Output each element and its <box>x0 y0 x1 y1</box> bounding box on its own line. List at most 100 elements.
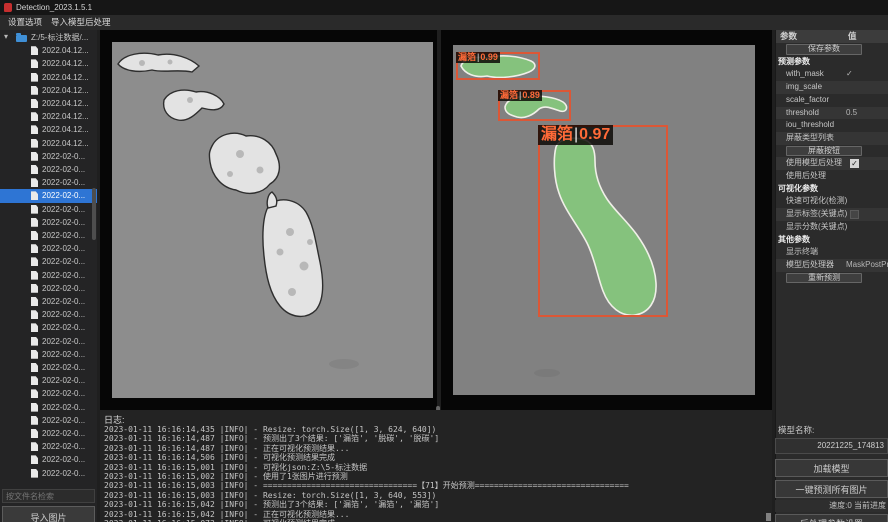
tree-file-item[interactable]: 2022-02-0... <box>0 321 97 334</box>
tree-file-item[interactable]: 2022-02-0... <box>0 453 97 466</box>
tree-file-item[interactable]: 2022-02-0... <box>0 189 97 202</box>
param-button-8[interactable]: 屏蔽按钮 <box>786 146 862 157</box>
tree-file-item[interactable]: 2022-02-0... <box>0 229 97 242</box>
param-row-9[interactable]: 使用模型后处理✓ <box>776 157 888 170</box>
tree-file-item[interactable]: 2022-02-0... <box>0 295 97 308</box>
param-row-2[interactable]: with_mask✓ <box>776 68 888 81</box>
tree-file-item[interactable]: 2022-02-0... <box>0 255 97 268</box>
tree-file-item[interactable]: 2022-02-0... <box>0 176 97 189</box>
param-row-5[interactable]: threshold0.5 <box>776 107 888 120</box>
file-icon <box>31 376 38 385</box>
menu-item-0[interactable]: 设置选项 <box>8 15 42 30</box>
file-label: 2022.04.12... <box>42 97 89 110</box>
file-label: 2022-02-0... <box>42 440 85 453</box>
image-panel-prediction: 漏箔|0.99 漏箔|0.89 漏箔|0.97 <box>441 30 772 410</box>
file-icon <box>31 139 38 148</box>
param-checkbox[interactable]: ✓ <box>850 159 859 168</box>
tree-file-item[interactable]: 2022-02-0... <box>0 335 97 348</box>
tree-root-item[interactable]: ▾ Z:/5-标注数据/... <box>0 31 97 44</box>
file-icon <box>31 442 38 451</box>
tree-file-item[interactable]: 2022-02-0... <box>0 216 97 229</box>
detection-score: 0.89 <box>522 90 540 100</box>
tree-file-item[interactable]: 2022-02-0... <box>0 361 97 374</box>
postprocess-settings-button[interactable]: 后处理参数设置 <box>775 514 888 522</box>
model-name-field[interactable]: 20221225_174813 <box>775 438 888 454</box>
load-model-button[interactable]: 加载模型 <box>775 459 888 477</box>
tree-file-item[interactable]: 2022-02-0... <box>0 308 97 321</box>
file-icon <box>31 205 38 214</box>
file-icon <box>31 284 38 293</box>
tree-file-item[interactable]: 2022-02-0... <box>0 387 97 400</box>
param-row-10[interactable]: 使用后处理 <box>776 170 888 183</box>
param-button-0[interactable]: 保存参数 <box>786 44 862 55</box>
menubar: 设置选项导入模型后处理 <box>0 15 888 30</box>
defect-blobs <box>118 53 323 316</box>
tree-scrollbar-thumb[interactable] <box>92 188 96 240</box>
tree-file-item[interactable]: 2022-02-0... <box>0 282 97 295</box>
detection-box-1[interactable]: 漏箔|0.89 <box>498 90 571 121</box>
prediction-image[interactable]: 漏箔|0.99 漏箔|0.89 漏箔|0.97 <box>453 45 755 395</box>
import-images-button[interactable]: 导入图片 <box>2 506 95 522</box>
window-title: Detection_2023.1.5.1 <box>16 0 92 15</box>
param-row-16[interactable]: 显示终端 <box>776 246 888 259</box>
param-row-3[interactable]: img_scale <box>776 81 888 94</box>
predict-all-button[interactable]: 一键预测所有图片 <box>775 480 888 498</box>
log-scrollbar-thumb[interactable] <box>766 513 771 521</box>
tree-file-item[interactable]: 2022-02-0... <box>0 440 97 453</box>
param-button-18[interactable]: 重新预测 <box>786 273 862 284</box>
image-panel-original <box>100 30 437 410</box>
detection-box-0[interactable]: 漏箔|0.99 <box>456 52 540 80</box>
tree-file-item[interactable]: 2022.04.12... <box>0 84 97 97</box>
detection-label-0: 漏箔|0.99 <box>456 52 500 63</box>
tree-file-item[interactable]: 2022-02-0... <box>0 427 97 440</box>
param-row-14[interactable]: 显示分数(关键点) <box>776 221 888 234</box>
param-row-17[interactable]: 模型后处理器MaskPostPro <box>776 259 888 272</box>
expand-arrow-icon[interactable]: ▾ <box>4 30 8 43</box>
detection-box-2[interactable]: 漏箔|0.97 <box>538 125 668 317</box>
tree-file-item[interactable]: 2022-02-0... <box>0 203 97 216</box>
tree-file-item[interactable]: 2022-02-0... <box>0 150 97 163</box>
file-icon <box>31 218 38 227</box>
tree-file-item[interactable]: 2022.04.12... <box>0 137 97 150</box>
param-label: 屏蔽类型列表 <box>786 132 834 145</box>
log-lines[interactable]: 2023-01-11 16:16:14,435 |INFO| - Resize:… <box>104 425 629 522</box>
original-image[interactable] <box>112 42 433 398</box>
tree-file-item[interactable]: 2022-02-0... <box>0 348 97 361</box>
log-line: 2023-01-11 16:16:14,487 |INFO| - 正在可视化预测… <box>104 444 629 453</box>
param-checkbox[interactable] <box>850 210 859 219</box>
app-window: Detection_2023.1.5.1 设置选项导入模型后处理 ▾ Z:/5-标… <box>0 0 888 522</box>
tree-root-label: Z:/5-标注数据/... <box>31 31 88 44</box>
param-label: threshold <box>786 107 819 120</box>
param-label: 快速可视化(检测) <box>786 195 847 208</box>
titlebar: Detection_2023.1.5.1 <box>0 0 888 15</box>
tree-file-item[interactable]: 2022.04.12... <box>0 57 97 70</box>
tree-file-item[interactable]: 2022-02-0... <box>0 414 97 427</box>
tree-file-item[interactable]: 2022-02-0... <box>0 467 97 480</box>
param-section-15: 其他参数 <box>776 234 888 247</box>
tree-file-item[interactable]: 2022.04.12... <box>0 44 97 57</box>
search-input[interactable] <box>2 489 95 503</box>
tree-file-item[interactable]: 2022-02-0... <box>0 163 97 176</box>
param-row-12[interactable]: 快速可视化(检测) <box>776 195 888 208</box>
tree-file-item[interactable]: 2022.04.12... <box>0 110 97 123</box>
param-row-6[interactable]: iou_threshold <box>776 119 888 132</box>
tree-file-item[interactable]: 2022-02-0... <box>0 374 97 387</box>
tree-file-item[interactable]: 2022.04.12... <box>0 123 97 136</box>
tree-file-item[interactable]: 2022.04.12... <box>0 97 97 110</box>
file-tree[interactable]: ▾Z:/5-标注数据/...2022.04.12...2022.04.12...… <box>0 30 97 488</box>
tree-file-item[interactable]: 2022-02-0... <box>0 242 97 255</box>
file-label: 2022-02-0... <box>42 216 85 229</box>
menu-item-1[interactable]: 导入模型后处理 <box>51 15 111 30</box>
param-row-7[interactable]: 屏蔽类型列表 <box>776 132 888 145</box>
param-section-label: 可视化参数 <box>778 183 818 196</box>
detection-label-2: 漏箔|0.97 <box>538 125 613 145</box>
file-icon <box>31 469 38 478</box>
file-icon <box>31 152 38 161</box>
param-row-4[interactable]: scale_factor <box>776 94 888 107</box>
tree-file-item[interactable]: 2022.04.12... <box>0 71 97 84</box>
tree-file-item[interactable]: 2022-02-0... <box>0 401 97 414</box>
log-line: 2023-01-11 16:16:15,001 |INFO| - 可视化json… <box>104 463 629 472</box>
param-row-13[interactable]: 显示标签(关键点) <box>776 208 888 221</box>
folder-icon <box>16 35 27 42</box>
tree-file-item[interactable]: 2022-02-0... <box>0 269 97 282</box>
